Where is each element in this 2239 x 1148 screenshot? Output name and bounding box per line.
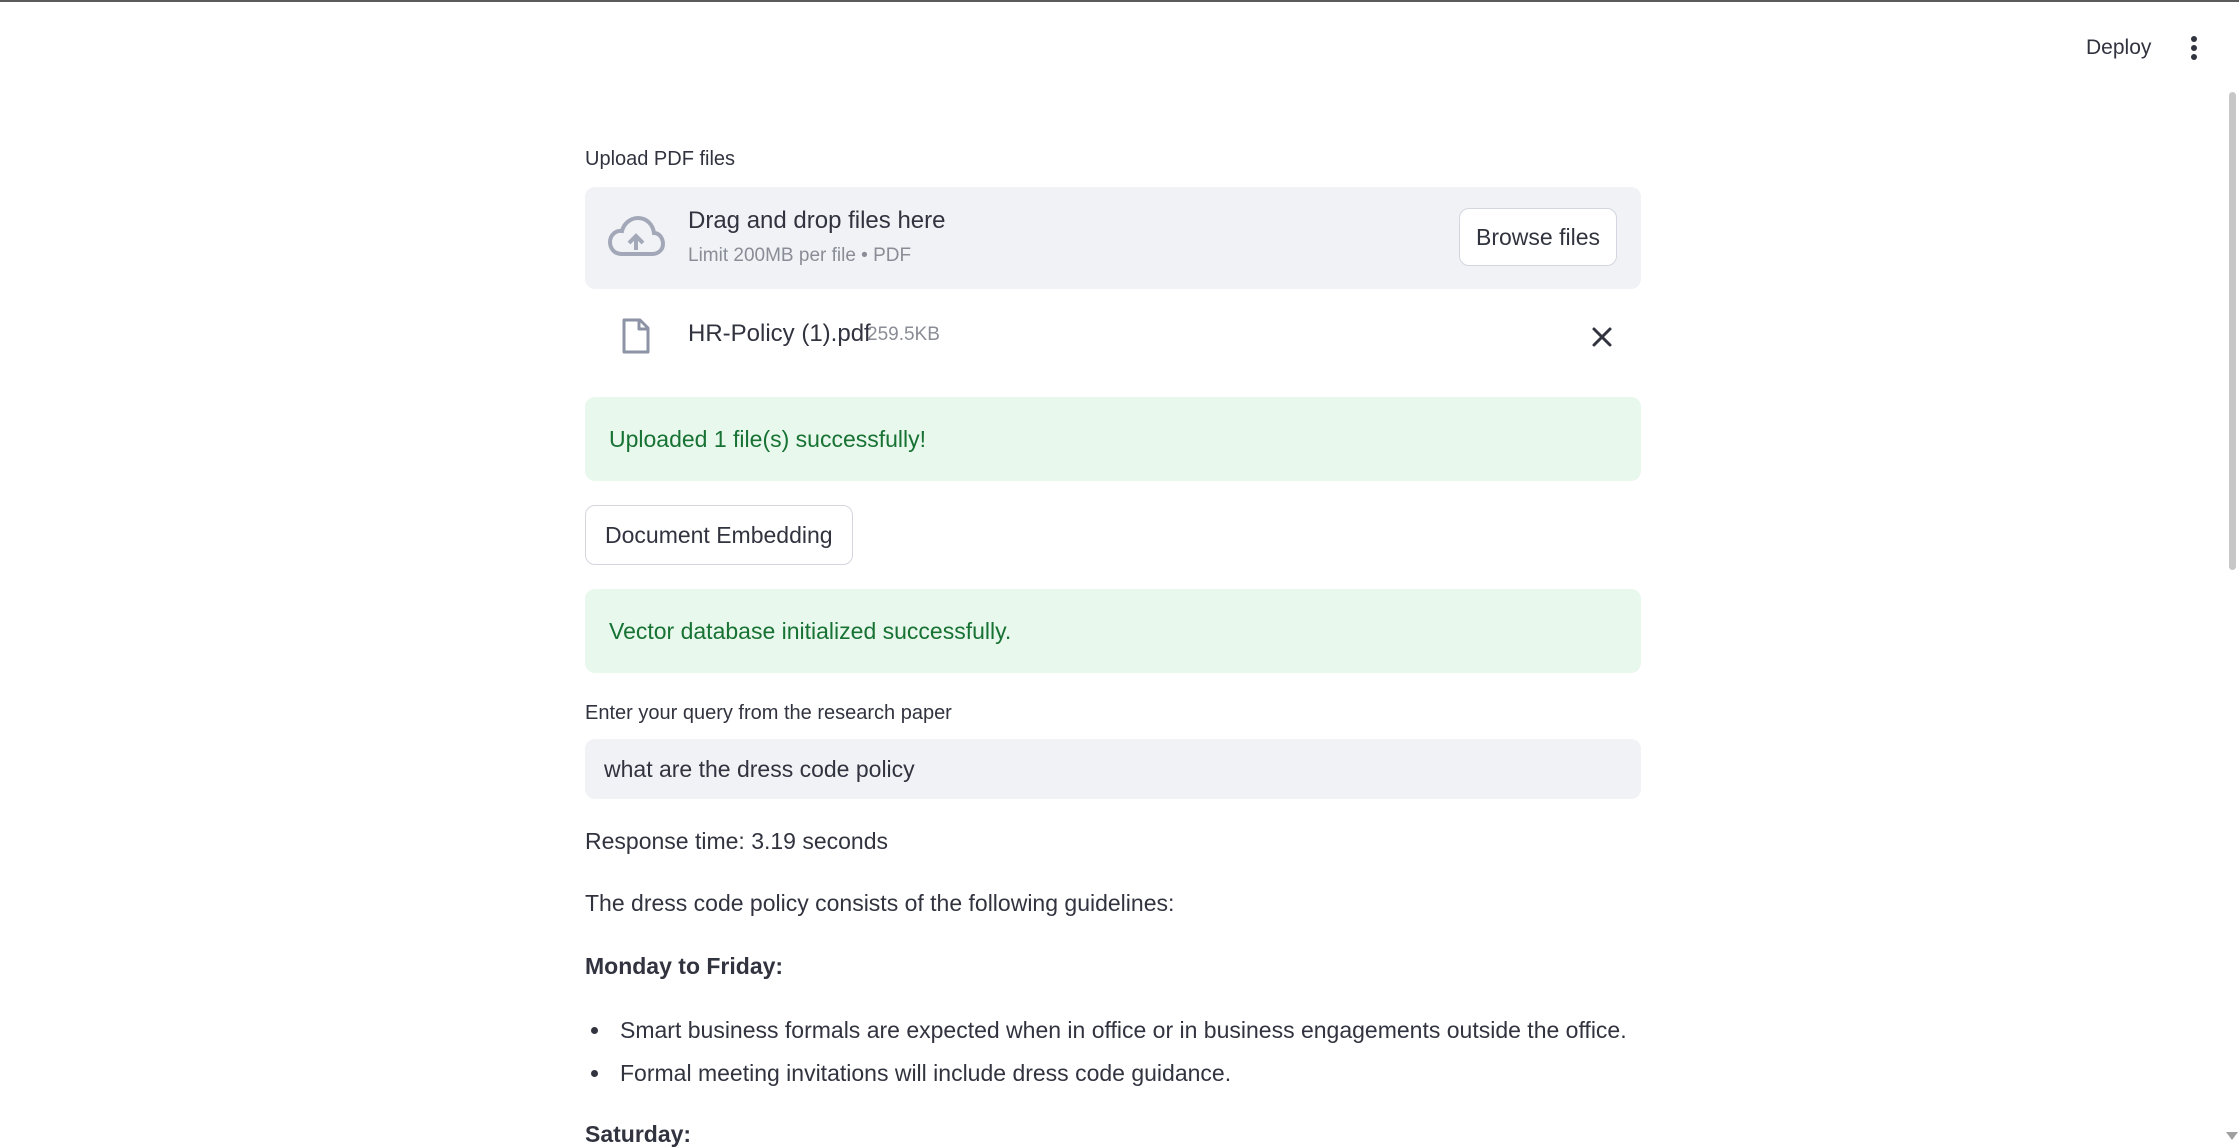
response-intro: The dress code policy consists of the fo… [585,890,1175,916]
scrollbar-thumb[interactable] [2229,92,2236,570]
deploy-button[interactable]: Deploy [2072,28,2165,68]
list-item: Smart business formals are expected when… [585,1010,1641,1053]
vector-db-success-alert: Vector database initialized successfully… [585,589,1641,673]
dropzone-title: Drag and drop files here [688,207,946,234]
close-icon[interactable] [1587,322,1617,352]
browse-files-button[interactable]: Browse files [1459,208,1617,266]
file-size: 259.5KB [867,324,940,345]
upload-success-alert: Uploaded 1 file(s) successfully! [585,397,1641,481]
section-heading-weekdays: Monday to Friday: [585,953,784,979]
uploaded-file-row: HR-Policy (1).pdf 259.5KB [585,300,1641,372]
dropzone-subtitle: Limit 200MB per file • PDF [688,245,912,266]
list-item: Formal meeting invitations will include … [585,1053,1641,1096]
cloud-upload-icon [607,215,665,256]
weekday-guidelines-list: Smart business formals are expected when… [585,1010,1641,1096]
file-name: HR-Policy (1).pdf [688,320,871,347]
query-input[interactable] [585,739,1641,799]
query-label: Enter your query from the research paper [585,702,952,724]
scroll-down-icon[interactable] [2226,1132,2238,1140]
file-dropzone[interactable]: Drag and drop files here Limit 200MB per… [585,187,1641,289]
file-icon [622,318,650,354]
more-vertical-icon[interactable] [2178,28,2210,68]
upload-label: Upload PDF files [585,148,736,170]
section-heading-saturday: Saturday: [585,1121,692,1147]
response-time: Response time: 3.19 seconds [585,828,889,854]
app-header: Deploy [0,2,2239,88]
document-embedding-button[interactable]: Document Embedding [585,505,853,565]
